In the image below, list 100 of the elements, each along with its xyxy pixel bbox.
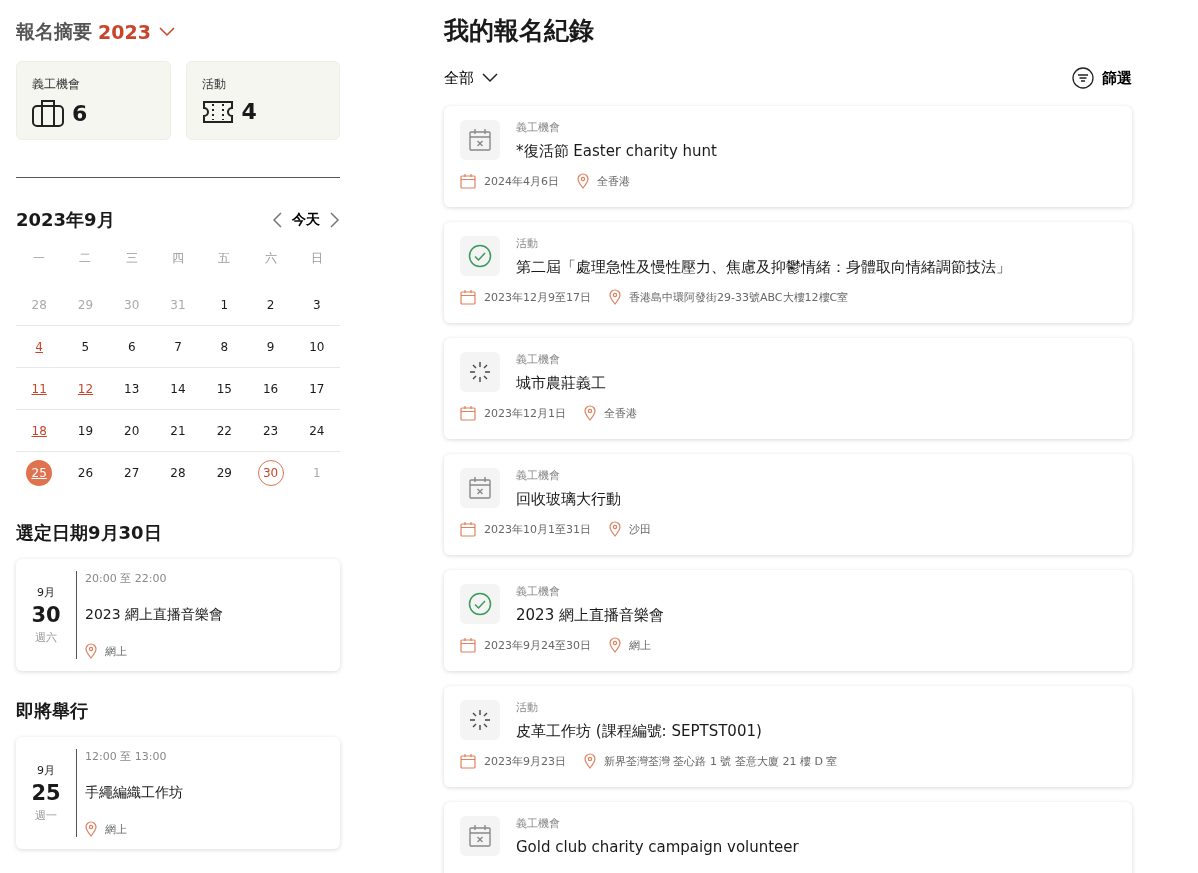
section-title: 即將舉行 (16, 699, 89, 723)
record-category: 義工機會 (516, 584, 561, 599)
record-card[interactable]: 義工機會 城市農莊義工 2023年12月1日 全香港 (444, 338, 1132, 439)
record-title: 2023 網上直播音樂會 (516, 606, 664, 625)
record-card[interactable]: 活動 第二屆「處理急性及慢性壓力、焦慮及抑鬱情緒：身體取向情緒調節技法」 2023年12月9至17日 香港島中環阿發街29-33號ABC大樓12樓C室 (444, 222, 1132, 323)
weekday-label: 三 (125, 251, 138, 265)
calendar-day[interactable]: 11 (26, 375, 53, 402)
record-category: 活動 (516, 700, 539, 715)
calendar-day[interactable]: 21 (165, 417, 191, 444)
stat-count: 6 (72, 100, 88, 126)
briefcase-icon (32, 99, 64, 127)
record-title: 回收玻璃大行動 (516, 490, 621, 509)
location-pin-icon (609, 521, 621, 537)
calendar-month: 2023年9月 (16, 208, 115, 232)
record-date: 2023年10月1至31日 (484, 521, 591, 537)
stat-count: 4 (241, 99, 257, 124)
calendar-icon (460, 405, 476, 421)
event-weekday: 週一 (35, 808, 57, 823)
calendar-day[interactable]: 28 (165, 459, 191, 486)
record-category: 活動 (516, 236, 539, 251)
calendar-day[interactable]: 14 (165, 375, 191, 402)
event-month: 9月 (37, 585, 55, 600)
calendar-day[interactable]: 24 (303, 417, 330, 444)
event-time: 20:00 至 22:00 (85, 571, 168, 586)
chevron-down-icon (158, 27, 175, 37)
calendar-day[interactable]: 26 (72, 459, 99, 486)
year-dropdown[interactable]: 2023 (98, 21, 175, 43)
calendar-day[interactable]: 9 (257, 333, 284, 360)
record-title: 城市農莊義工 (516, 374, 606, 393)
filter-button[interactable]: 篩選 (1072, 67, 1132, 89)
event-location: 網上 (105, 643, 127, 659)
record-category: 義工機會 (516, 816, 561, 831)
calendar-day[interactable]: 6 (118, 333, 145, 360)
record-date: 2023年9月24至30日 (484, 637, 591, 653)
record-location: 沙田 (629, 521, 651, 537)
weekday-label: 二 (79, 251, 92, 265)
filter-icon (1072, 67, 1094, 89)
event-location: 網上 (105, 821, 127, 837)
record-location: 網上 (629, 637, 651, 653)
record-category: 義工機會 (516, 120, 561, 135)
record-card[interactable]: 義工機會 *復活節 Easter charity hunt 2024年4月6日 全香港 (444, 106, 1132, 207)
calendar-day[interactable]: 27 (118, 459, 145, 486)
record-date: 2023年12月9至17日 (484, 289, 591, 305)
calendar-day[interactable]: 19 (72, 417, 99, 444)
weekday-label: 六 (264, 251, 277, 265)
location-pin-icon (577, 173, 589, 189)
calendar-cross-icon (468, 128, 492, 152)
location-pin-icon (85, 821, 97, 837)
calendar-day[interactable]: 3 (303, 291, 330, 318)
record-title: 皮革工作坊 (課程編號: SEPTST001) (516, 722, 762, 741)
location-pin-icon (85, 643, 97, 659)
record-location: 全香港 (604, 405, 637, 421)
calendar-day[interactable]: 18 (26, 417, 53, 444)
category-dropdown[interactable]: 全部 (444, 68, 498, 88)
calendar-day[interactable]: 4 (26, 333, 53, 360)
record-title: 第二屆「處理急性及慢性壓力、焦慮及抑鬱情緒：身體取向情緒調節技法」 (516, 258, 1011, 277)
event-card[interactable]: 9月 25 週一 12:00 至 13:00 手繩編織工作坊 網上 (16, 737, 340, 849)
location-pin-icon (609, 637, 621, 653)
calendar-day[interactable]: 17 (303, 375, 330, 402)
event-weekday: 週六 (35, 630, 57, 645)
page-title: 我的報名紀錄 (444, 15, 595, 47)
calendar-icon (460, 637, 476, 653)
calendar-day[interactable]: 23 (257, 417, 284, 444)
record-card[interactable]: 活動 皮革工作坊 (課程編號: SEPTST001) 2023年9月23日 新界荃灣荃灣 荃心路 1 號 荃意大廈 21 樓 D 室 (444, 686, 1132, 787)
calendar-day[interactable]: 13 (118, 375, 145, 402)
location-pin-icon (584, 753, 596, 769)
today-button[interactable]: 今天 (292, 211, 320, 229)
weekday-label: 一 (33, 251, 46, 265)
calendar-day[interactable]: 22 (211, 417, 238, 444)
calendar-cross-icon (468, 476, 492, 500)
event-card[interactable]: 9月 30 週六 20:00 至 22:00 2023 網上直播音樂會 網上 (16, 559, 340, 671)
record-category: 義工機會 (516, 468, 561, 483)
weekday-label: 五 (218, 251, 231, 265)
record-card[interactable]: 義工機會 Gold club charity campaign volunteer (444, 802, 1132, 873)
chevron-right-icon[interactable] (330, 212, 340, 228)
calendar-day[interactable]: 15 (211, 375, 238, 402)
record-card[interactable]: 義工機會 回收玻璃大行動 2023年10月1至31日 沙田 (444, 454, 1132, 555)
calendar-day[interactable]: 1 (211, 291, 238, 318)
calendar-day[interactable]: 10 (303, 333, 330, 360)
calendar-day[interactable]: 20 (118, 417, 145, 444)
calendar-day[interactable]: 29 (211, 459, 238, 486)
event-month: 9月 (37, 763, 55, 778)
calendar-day[interactable]: 8 (211, 333, 238, 360)
record-card[interactable]: 義工機會 2023 網上直播音樂會 2023年9月24至30日 網上 (444, 570, 1132, 671)
calendar-day[interactable]: 2 (257, 291, 284, 318)
record-date: 2024年4月6日 (484, 173, 559, 189)
calendar-day[interactable]: 5 (72, 333, 99, 360)
event-name: 手繩編織工作坊 (85, 783, 183, 802)
loading-icon (469, 709, 491, 731)
record-date: 2023年12月1日 (484, 405, 566, 421)
chevron-down-icon (482, 73, 498, 83)
chevron-left-icon[interactable] (272, 212, 282, 228)
calendar-day[interactable]: 16 (257, 375, 284, 402)
record-location: 全香港 (597, 173, 630, 189)
calendar-day[interactable]: 7 (165, 333, 191, 360)
loading-icon (469, 361, 491, 383)
calendar-day[interactable]: 12 (72, 375, 99, 402)
record-category: 義工機會 (516, 352, 561, 367)
location-pin-icon (584, 405, 596, 421)
check-circle-icon (468, 592, 492, 616)
